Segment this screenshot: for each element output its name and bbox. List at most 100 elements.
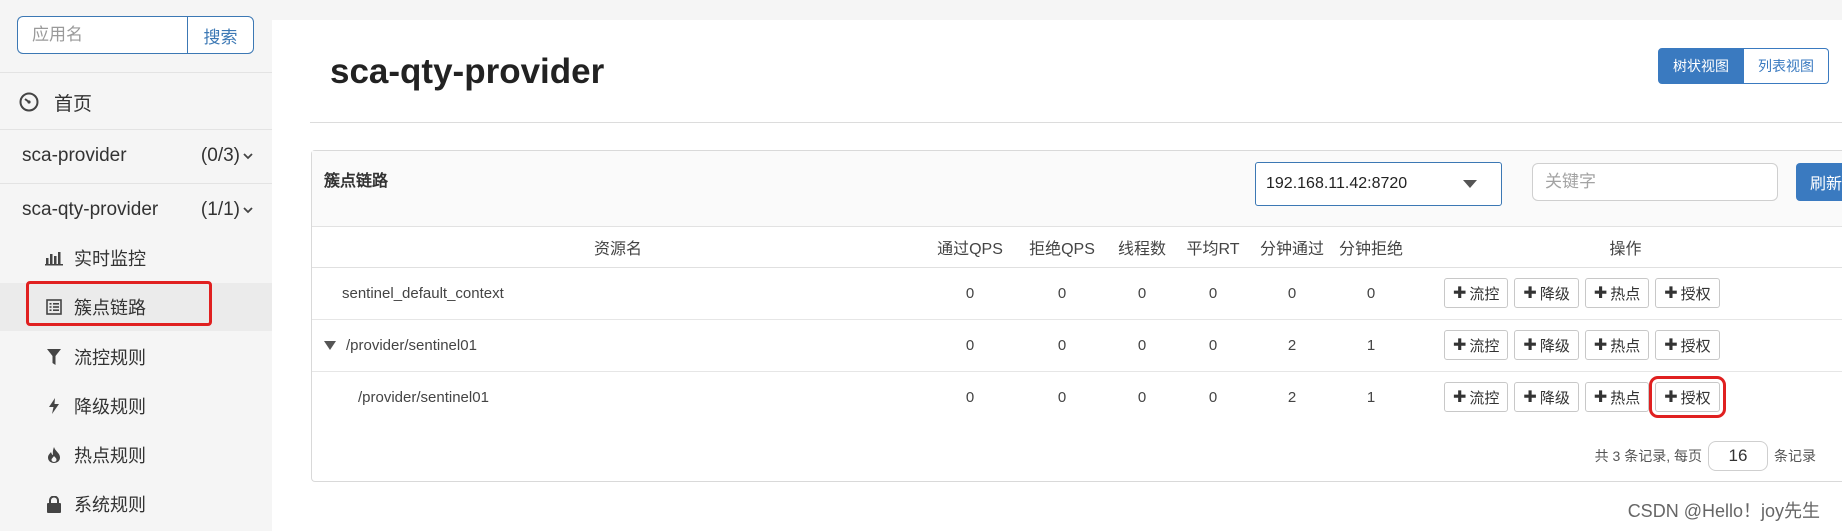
sidebar-item-degrade-rules[interactable]: 降级规则 bbox=[0, 382, 272, 430]
table-row: sentinel_default_context 0 0 0 0 0 0 ✚ 流控… bbox=[312, 267, 1842, 320]
flow-rule-button[interactable]: ✚ 流控 bbox=[1444, 382, 1509, 413]
button-label: 授权 bbox=[1680, 389, 1711, 407]
sidebar-item-realtime-monitor[interactable]: 实时监控 bbox=[0, 234, 272, 282]
fire-icon bbox=[44, 445, 64, 465]
machine-select[interactable]: 192.168.11.42:8720 bbox=[1255, 162, 1502, 206]
machine-select-value: 192.168.11.42:8720 bbox=[1266, 175, 1408, 192]
page-size-input[interactable] bbox=[1708, 441, 1768, 471]
column-header: 线程数 bbox=[1108, 227, 1176, 268]
refresh-button[interactable]: 刷新 bbox=[1796, 163, 1842, 201]
panel-header: 簇点链路 192.168.11.42:8720 刷新 bbox=[312, 151, 1842, 227]
flow-rule-button[interactable]: ✚ 流控 bbox=[1444, 278, 1509, 308]
bolt-icon bbox=[44, 396, 64, 416]
avg-rt: 0 bbox=[1176, 319, 1250, 372]
chevron-down-icon bbox=[243, 153, 253, 160]
app-search-input[interactable] bbox=[17, 16, 187, 54]
auth-rule-button[interactable]: ✚ 授权 bbox=[1655, 278, 1720, 308]
table-row: /provider/sentinel01 0 0 0 0 2 1 ✚ 流控 ✚ 降级… bbox=[312, 319, 1842, 372]
highlight-box bbox=[26, 281, 212, 326]
column-header: 通过QPS bbox=[924, 227, 1016, 268]
button-label: 降级 bbox=[1539, 337, 1570, 355]
row-actions: ✚ 流控 ✚ 降级 ✚ 热点 ✚ 授权 bbox=[1408, 330, 1842, 360]
button-label: 授权 bbox=[1680, 285, 1711, 303]
plus-icon: ✚ bbox=[1453, 389, 1467, 407]
auth-rule-button[interactable]: ✚ 授权 bbox=[1655, 330, 1720, 360]
button-label: 流控 bbox=[1469, 337, 1500, 355]
sidebar-item-label: 系统规则 bbox=[74, 495, 146, 515]
degrade-rule-button[interactable]: ✚ 降级 bbox=[1514, 278, 1579, 308]
column-header: 平均RT bbox=[1176, 227, 1250, 268]
column-header: 拒绝QPS bbox=[1016, 227, 1108, 268]
minute-pass: 2 bbox=[1250, 319, 1334, 372]
minute-block: 1 bbox=[1366, 388, 1376, 406]
watermark: CSDN @Hello！joy先生 bbox=[1627, 501, 1820, 521]
button-label: 降级 bbox=[1539, 389, 1570, 407]
sidebar-item-home[interactable]: 首页 bbox=[0, 82, 272, 122]
filter-icon bbox=[44, 347, 64, 367]
column-header: 分钟拒绝 bbox=[1334, 227, 1408, 268]
sidebar-item-label: 首页 bbox=[54, 93, 93, 115]
pagination-summary: 共 3 条记录, 每页 bbox=[1594, 448, 1702, 464]
tree-view-button[interactable]: 树状视图 bbox=[1658, 48, 1744, 84]
sidebar-item-system-rules[interactable]: 系统规则 bbox=[0, 480, 272, 528]
sidebar-item-flow-rules[interactable]: 流控规则 bbox=[0, 333, 272, 381]
plus-icon: ✚ bbox=[1664, 285, 1678, 302]
chevron-down-icon bbox=[243, 207, 253, 214]
button-label: 热点 bbox=[1610, 389, 1641, 407]
row-actions: ✚ 流控 ✚ 降级 ✚ 热点 ✚ 授权 bbox=[1408, 376, 1842, 419]
caret-down-icon bbox=[1463, 180, 1477, 188]
button-label: 降级 bbox=[1539, 285, 1570, 303]
avg-rt: 0 bbox=[1208, 388, 1218, 406]
resource-name: /provider/sentinel01 bbox=[358, 388, 489, 406]
keyword-input[interactable] bbox=[1532, 163, 1778, 201]
resource-name: sentinel_default_context bbox=[312, 267, 924, 320]
button-label: 流控 bbox=[1469, 285, 1500, 303]
pass-qps: 0 bbox=[965, 388, 975, 406]
sidebar-item-hotspot-rules[interactable]: 热点规则 bbox=[0, 431, 272, 479]
minute-pass: 0 bbox=[1250, 267, 1334, 320]
button-label: 流控 bbox=[1469, 389, 1500, 407]
panel-title: 簇点链路 bbox=[324, 173, 389, 190]
plus-icon: ✚ bbox=[1453, 337, 1467, 354]
app-name: sca-provider bbox=[22, 145, 127, 166]
column-header: 资源名 bbox=[312, 227, 924, 268]
row-actions: ✚ 流控 ✚ 降级 ✚ 热点 ✚ 授权 bbox=[1408, 278, 1842, 308]
pagination-suffix: 条记录 bbox=[1774, 448, 1816, 464]
collapse-triangle-icon[interactable] bbox=[324, 341, 336, 351]
hotspot-rule-button[interactable]: ✚ 热点 bbox=[1584, 278, 1650, 308]
dashboard-icon bbox=[19, 92, 39, 112]
app-machine-count: (0/3) bbox=[200, 145, 240, 166]
plus-icon: ✚ bbox=[1593, 285, 1608, 302]
resource-panel: 簇点链路 192.168.11.42:8720 刷新 资源名 通过QPS 拒绝Q… bbox=[311, 150, 1842, 482]
hotspot-rule-button[interactable]: ✚ 热点 bbox=[1584, 330, 1650, 360]
app-machine-count: (1/1) bbox=[200, 199, 240, 220]
thread-count: 0 bbox=[1108, 319, 1176, 372]
plus-icon: ✚ bbox=[1523, 285, 1537, 302]
view-toggle: 树状视图 列表视图 bbox=[1658, 48, 1829, 84]
bar-chart-icon bbox=[44, 248, 64, 268]
button-label: 授权 bbox=[1680, 337, 1711, 355]
plus-icon: ✚ bbox=[1664, 389, 1678, 407]
button-label: 热点 bbox=[1610, 285, 1641, 303]
degrade-rule-button[interactable]: ✚ 降级 bbox=[1514, 330, 1579, 360]
pass-qps: 0 bbox=[924, 267, 1016, 320]
sidebar-app-sca-qty-provider[interactable]: sca-qty-provider (1/1) bbox=[0, 184, 272, 236]
table-header-row: 资源名 通过QPS 拒绝QPS 线程数 平均RT 分钟通过 分钟拒绝 操作 bbox=[312, 227, 1842, 268]
sidebar-app-sca-provider[interactable]: sca-provider (0/3) bbox=[0, 130, 272, 182]
pagination: 共 3 条记录, 每页 条记录 bbox=[1595, 441, 1816, 471]
search-button[interactable]: 搜索 bbox=[187, 16, 254, 54]
auth-rule-button[interactable]: ✚ 授权 bbox=[1649, 376, 1726, 419]
avg-rt: 0 bbox=[1176, 267, 1250, 320]
list-view-button[interactable]: 列表视图 bbox=[1744, 48, 1829, 84]
plus-icon: ✚ bbox=[1523, 337, 1537, 354]
flow-rule-button[interactable]: ✚ 流控 bbox=[1444, 330, 1509, 360]
sidebar-item-label: 降级规则 bbox=[74, 397, 146, 417]
button-label: 热点 bbox=[1610, 337, 1641, 355]
degrade-rule-button[interactable]: ✚ 降级 bbox=[1514, 382, 1579, 413]
thread-count: 0 bbox=[1108, 267, 1176, 320]
hotspot-rule-button[interactable]: ✚ 热点 bbox=[1584, 382, 1650, 413]
resource-name[interactable]: /provider/sentinel01 bbox=[312, 319, 924, 372]
plus-icon: ✚ bbox=[1523, 389, 1537, 407]
minute-block: 0 bbox=[1334, 267, 1408, 320]
main-content: sca-qty-provider 树状视图 列表视图 簇点链路 192.168.… bbox=[272, 20, 1842, 531]
